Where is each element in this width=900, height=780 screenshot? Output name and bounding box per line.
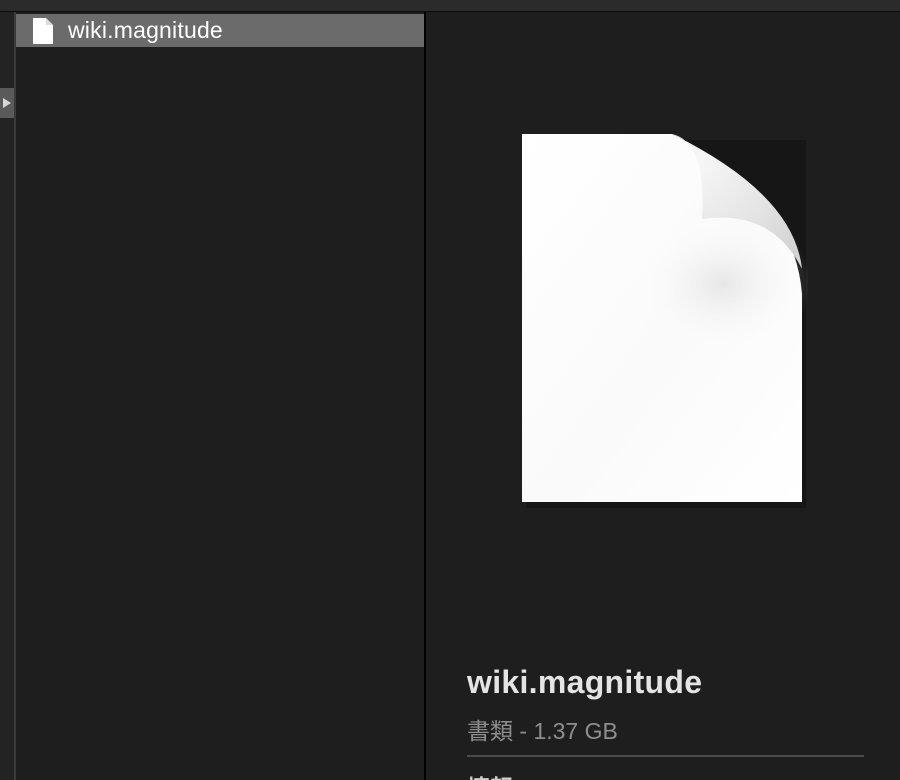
preview-file-name: wiki.magnitude	[467, 664, 703, 700]
previous-column-edge	[0, 12, 16, 780]
file-column: wiki.magnitude	[16, 12, 426, 780]
divider	[467, 755, 864, 757]
preview-file-meta: 書類 - 1.37 GB	[467, 718, 618, 744]
document-icon	[522, 134, 812, 509]
list-item[interactable]: wiki.magnitude	[16, 14, 424, 47]
finder-window: wiki.magnitude wiki.magnitude 書類 - 1.37 …	[0, 0, 900, 780]
column-header-strip	[0, 0, 900, 12]
info-section-heading: 情報	[467, 769, 513, 780]
list-item-label: wiki.magnitude	[68, 17, 223, 43]
expand-arrow-icon[interactable]	[0, 88, 14, 118]
document-icon	[32, 17, 54, 45]
preview-pane: wiki.magnitude 書類 - 1.37 GB 情報	[426, 12, 900, 780]
